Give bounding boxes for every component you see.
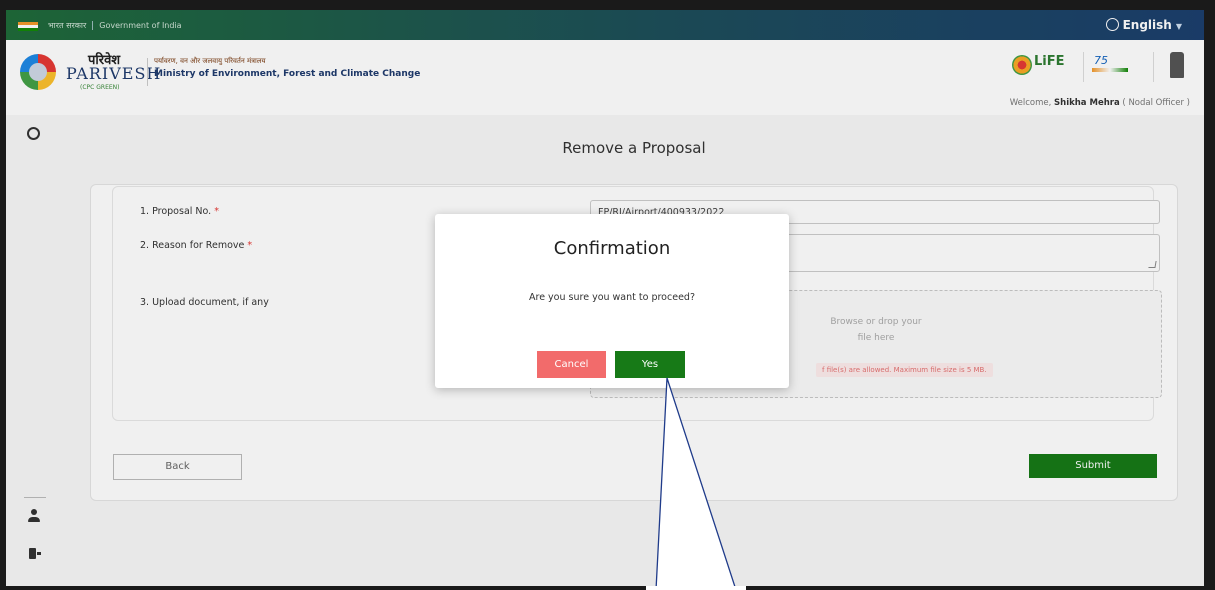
screenshot-frame: भारत सरकार Government of India English ▼ प… [0,0,1215,590]
yes-button[interactable]: Yes [615,351,685,378]
cancel-button[interactable]: Cancel [537,351,606,378]
confirmation-dialog: Confirmation Are you sure you want to pr… [435,214,789,388]
dialog-message: Are you sure you want to proceed? [529,292,695,303]
dialog-title: Confirmation [553,238,671,259]
app-window: भारत सरकार Government of India English ▼ प… [6,10,1204,586]
